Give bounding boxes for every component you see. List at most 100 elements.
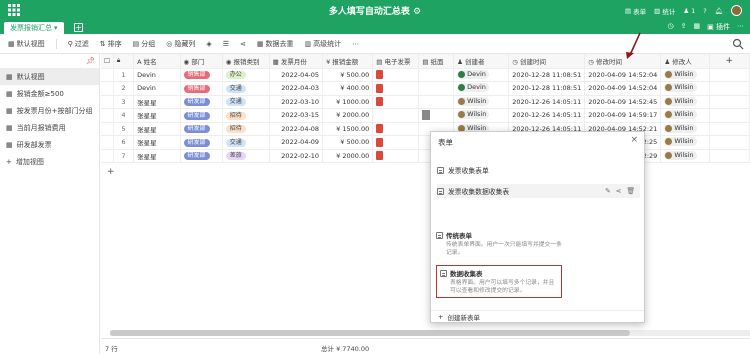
add-column-button[interactable]: + bbox=[709, 54, 750, 69]
cell-name[interactable]: Devin bbox=[133, 81, 181, 96]
users-menu[interactable]: ♟ 1 bbox=[683, 7, 695, 15]
pdf-icon[interactable] bbox=[376, 137, 384, 147]
sidebar-item-amount-filter[interactable]: ▦ 报销金额≥500 bbox=[0, 85, 99, 102]
cell-month[interactable]: 2022-02-10 bbox=[269, 149, 324, 163]
advanced-stats-button[interactable]: ▥ 高级统计 bbox=[305, 39, 342, 49]
row-checkbox[interactable] bbox=[101, 122, 114, 136]
cell-paper[interactable] bbox=[418, 81, 455, 96]
column-header-amount[interactable]: ¥ 报销金额 bbox=[322, 54, 374, 69]
column-header-paper[interactable]: ▤ 纸面 bbox=[418, 54, 455, 69]
sidebar-item-default-view[interactable]: ▦ 默认视图 bbox=[0, 68, 99, 85]
row-height-button[interactable]: ☰ bbox=[223, 40, 229, 48]
pdf-icon[interactable] bbox=[376, 151, 384, 161]
cell-dept[interactable]: 销售部 bbox=[180, 68, 223, 82]
sidebar-item-current-month[interactable]: ▦ 当前月报销费用 bbox=[0, 119, 99, 136]
scrollbar-thumb[interactable] bbox=[110, 330, 630, 336]
cell-name[interactable]: Devin bbox=[133, 68, 181, 82]
cell-einvoice[interactable] bbox=[372, 108, 420, 123]
add-row-button[interactable]: + bbox=[101, 167, 131, 180]
cell-month[interactable]: 2022-04-08 bbox=[269, 122, 324, 136]
cell-name[interactable]: 张星星 bbox=[133, 108, 181, 123]
cell-amount[interactable]: ¥ 400.00 bbox=[322, 81, 374, 96]
share-icon[interactable]: ⋖ bbox=[616, 187, 622, 195]
add-tab-button[interactable]: + bbox=[74, 23, 83, 32]
pin-icon[interactable]: 📌︎ bbox=[86, 57, 95, 65]
row-checkbox[interactable] bbox=[101, 95, 114, 109]
cell-einvoice[interactable] bbox=[372, 81, 420, 96]
image-thumbnail[interactable] bbox=[422, 110, 431, 121]
table-row[interactable]: 4 张星星 研发部 招待 2022-03-15 ¥ 2000.00 Wilsin 2020-1… bbox=[101, 108, 750, 123]
row-checkbox[interactable] bbox=[101, 135, 114, 150]
cell-month[interactable]: 2022-03-15 bbox=[269, 108, 324, 123]
column-header-name[interactable]: A 姓名 bbox=[133, 54, 181, 69]
table-row[interactable]: 7张星星研发部差旅2022-02-10¥ 2000.00Wilsin2020-1… bbox=[101, 149, 750, 163]
cell-paper[interactable] bbox=[418, 95, 455, 109]
cell-paper[interactable] bbox=[418, 108, 455, 123]
plugin-button[interactable]: ▣ 插件 bbox=[707, 22, 730, 32]
row-checkbox[interactable] bbox=[101, 68, 114, 82]
cell-amount[interactable]: ¥ 1500.00 bbox=[322, 122, 374, 136]
row-checkbox[interactable] bbox=[101, 108, 114, 123]
form-item-invoice-form[interactable]: 发票收集表单 bbox=[437, 163, 640, 177]
form-menu[interactable]: ▤ 表单 bbox=[625, 6, 646, 16]
pdf-icon[interactable] bbox=[376, 97, 384, 107]
cell-amount[interactable]: ¥ 500.00 bbox=[322, 68, 374, 82]
table-row[interactable]: 6张星星研发部交通2022-04-09¥ 500.00Wilsin2020-12… bbox=[101, 135, 750, 150]
sidebar-item-month-dept-group[interactable]: ▦ 按发票月份+按部门分组 bbox=[0, 102, 99, 119]
column-header-dept[interactable]: ◉ 部门 bbox=[180, 54, 223, 69]
cell-dept[interactable]: 研发部 bbox=[180, 135, 223, 150]
edit-icon[interactable]: ✎ bbox=[605, 187, 611, 195]
cell-amount[interactable]: ¥ 1000.00 bbox=[322, 95, 374, 109]
group-button[interactable]: ▤ 分组 bbox=[133, 39, 156, 49]
pdf-icon[interactable] bbox=[376, 83, 384, 93]
table-row[interactable]: 1 Devin 销售部 办公 2022-04-05 ¥ 500.00 Devin 2020-1… bbox=[101, 68, 750, 82]
sidebar-item-rd-invoices[interactable]: ▦ 研发部发票 bbox=[0, 136, 99, 153]
tab-invoice-summary[interactable]: 发票报销汇总 ▾ bbox=[4, 22, 64, 34]
cell-month[interactable]: 2022-04-09 bbox=[269, 135, 324, 150]
table-row[interactable]: 3 张星星 研发部 交通 2022-03-10 ¥ 1000.00 Wilsin 2020-1… bbox=[101, 95, 750, 109]
share-view-button[interactable]: ⋖ bbox=[240, 40, 246, 48]
cell-dept[interactable]: 研发部 bbox=[180, 122, 223, 136]
option-traditional-form[interactable]: 传统表单 传统表单界面。用户一次只能填写并提交一条记录。 bbox=[436, 230, 562, 257]
view-button[interactable]: ▦ 默认视图 bbox=[8, 39, 45, 49]
cell-einvoice[interactable] bbox=[372, 135, 420, 150]
cell-month[interactable]: 2022-04-03 bbox=[269, 81, 324, 96]
fill-color-button[interactable]: ◈ bbox=[206, 40, 211, 48]
row-checkbox[interactable] bbox=[101, 81, 114, 96]
cell-month[interactable]: 2022-04-05 bbox=[269, 68, 324, 82]
search-icon[interactable] bbox=[732, 38, 744, 50]
cell-category[interactable]: 差旅 bbox=[222, 149, 270, 163]
share-icon[interactable]: ⇪ bbox=[681, 22, 687, 32]
cell-dept[interactable]: 销售部 bbox=[180, 81, 223, 96]
cell-amount[interactable]: ¥ 2000.00 bbox=[322, 108, 374, 123]
pdf-icon[interactable] bbox=[376, 124, 384, 134]
user-avatar[interactable] bbox=[731, 5, 742, 16]
more-icon[interactable]: ⋯ bbox=[737, 22, 744, 32]
bell-icon[interactable]: 🔔︎ bbox=[715, 7, 723, 15]
cell-einvoice[interactable] bbox=[372, 68, 420, 82]
cell-category[interactable]: 交通 bbox=[222, 135, 270, 150]
pdf-icon[interactable] bbox=[376, 70, 384, 80]
column-header-modified[interactable]: ◷ 修改时间 bbox=[584, 54, 662, 69]
row-checkbox[interactable] bbox=[101, 149, 114, 163]
cell-dept[interactable]: 研发部 bbox=[180, 108, 223, 123]
history-icon[interactable]: ◷ bbox=[668, 22, 674, 32]
horizontal-scrollbar[interactable] bbox=[110, 330, 750, 336]
cell-category[interactable]: 交通 bbox=[222, 81, 270, 96]
help-icon[interactable]: ? bbox=[703, 7, 706, 15]
cell-name[interactable]: 张星星 bbox=[133, 95, 181, 109]
cell-einvoice[interactable] bbox=[372, 149, 420, 163]
cell-dept[interactable]: 研发部 bbox=[180, 95, 223, 109]
cell-einvoice[interactable] bbox=[372, 95, 420, 109]
cell-category[interactable]: 办公 bbox=[222, 68, 270, 82]
column-header-month[interactable]: ▦ 发票月份 bbox=[269, 54, 324, 69]
cell-category[interactable]: 交通 bbox=[222, 95, 270, 109]
cell-name[interactable]: 张星星 bbox=[133, 122, 181, 136]
dedupe-button[interactable]: ▦ 数据去重 bbox=[257, 39, 294, 49]
form-item-invoice-collection[interactable]: 发票收集数据收集表 ✎ ⋖ 🗑︎ bbox=[437, 184, 640, 198]
grid-icon[interactable]: ▦ bbox=[694, 22, 701, 32]
gear-icon[interactable]: ⚙ bbox=[413, 7, 421, 17]
cell-dept[interactable]: 研发部 bbox=[180, 149, 223, 163]
column-header-category[interactable]: ◉ 报销类别 bbox=[222, 54, 270, 69]
column-header-created[interactable]: ◷ 创建时间 bbox=[508, 54, 586, 69]
